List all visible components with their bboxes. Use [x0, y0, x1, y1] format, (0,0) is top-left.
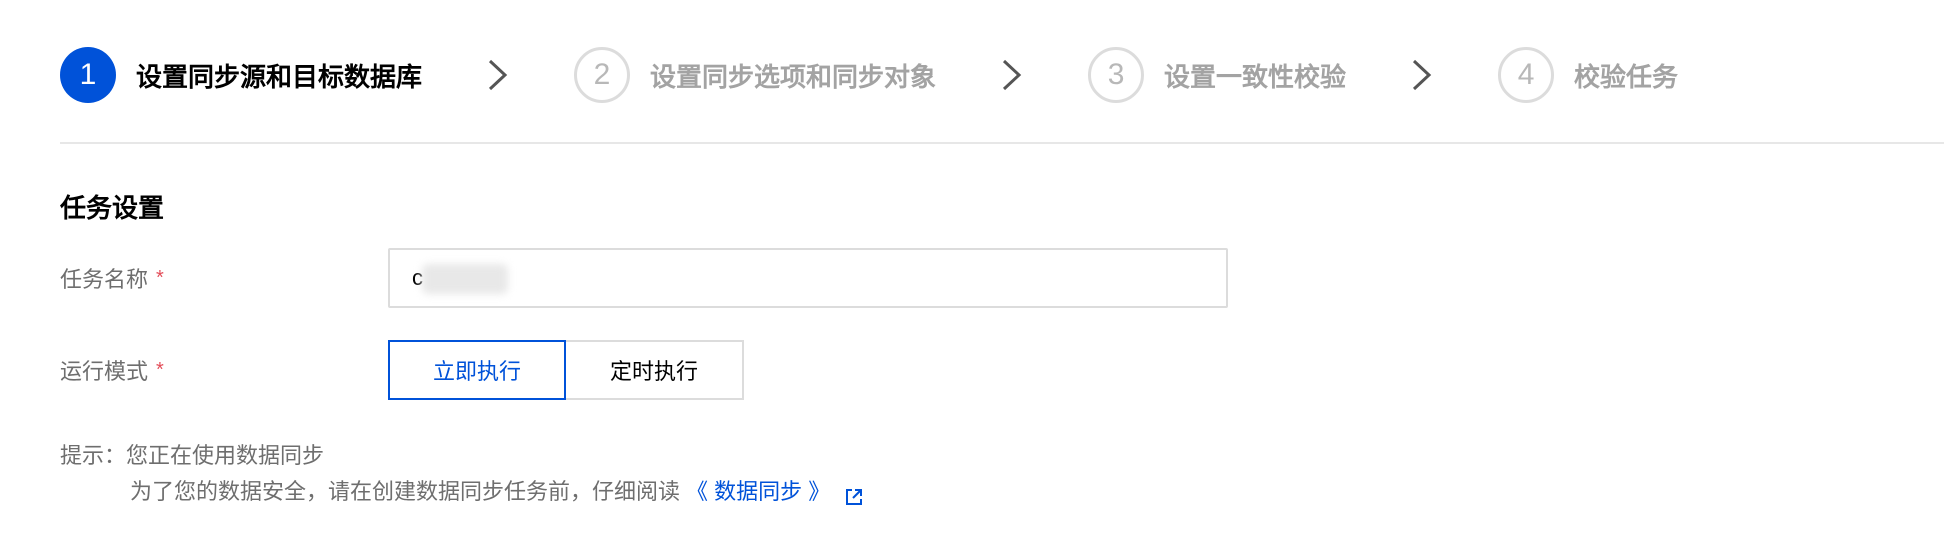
step-1-number: 1 — [60, 47, 116, 103]
redacted-text-mask — [422, 264, 508, 294]
tip-line-1: 提示：您正在使用数据同步 — [60, 438, 324, 474]
tip-line-2: 为了您的数据安全，请在创建数据同步任务前，仔细阅读 《 数据同步 》 — [130, 474, 864, 510]
run-mode-toggle: 立即执行 定时执行 — [388, 340, 744, 400]
data-sync-doc-link[interactable]: 《 数据同步 》 — [686, 474, 830, 510]
task-name-label-row: 任务名称 * — [60, 262, 164, 294]
section-title: 任务设置 — [60, 193, 165, 223]
run-now-option[interactable]: 立即执行 — [388, 340, 566, 400]
step-1-label: 设置同步源和目标数据库 — [136, 61, 423, 92]
task-name-input[interactable] — [388, 248, 1228, 308]
task-name-label: 任务名称 — [60, 267, 149, 292]
sync-task-page: 1 设置同步源和目标数据库 2 设置同步选项和同步对象 3 设置一致性校验 4 … — [0, 0, 1944, 542]
step-4-number: 4 — [1498, 47, 1555, 103]
step-3-label: 设置一致性校验 — [1164, 61, 1347, 92]
step-4-label: 校验任务 — [1574, 61, 1679, 92]
chevron-right-icon — [1402, 46, 1442, 104]
external-link-icon[interactable] — [844, 482, 864, 505]
step-3-number: 3 — [1088, 47, 1145, 103]
step-2-number: 2 — [574, 47, 631, 103]
tip-text-2: 为了您的数据安全，请在创建数据同步任务前，仔细阅读 — [130, 479, 681, 504]
step-2: 2 设置同步选项和同步对象 — [574, 46, 936, 104]
step-3: 3 设置一致性校验 — [1088, 46, 1346, 104]
chevron-right-icon — [478, 46, 518, 104]
run-mode-label-row: 运行模式 * — [60, 354, 164, 386]
stepper: 1 设置同步源和目标数据库 2 设置同步选项和同步对象 3 设置一致性校验 4 … — [60, 46, 1678, 104]
scheduled-run-option[interactable]: 定时执行 — [566, 340, 744, 400]
required-mark: * — [156, 266, 164, 289]
step-4: 4 校验任务 — [1498, 46, 1678, 104]
required-mark: * — [156, 358, 164, 381]
tip-text-1: 您正在使用数据同步 — [126, 443, 325, 468]
tip-prefix: 提示： — [60, 443, 127, 468]
step-2-label: 设置同步选项和同步对象 — [650, 61, 937, 92]
run-mode-label: 运行模式 — [60, 359, 149, 384]
chevron-right-icon — [992, 46, 1032, 104]
step-1: 1 设置同步源和目标数据库 — [60, 46, 422, 104]
stepper-divider — [60, 142, 1944, 144]
